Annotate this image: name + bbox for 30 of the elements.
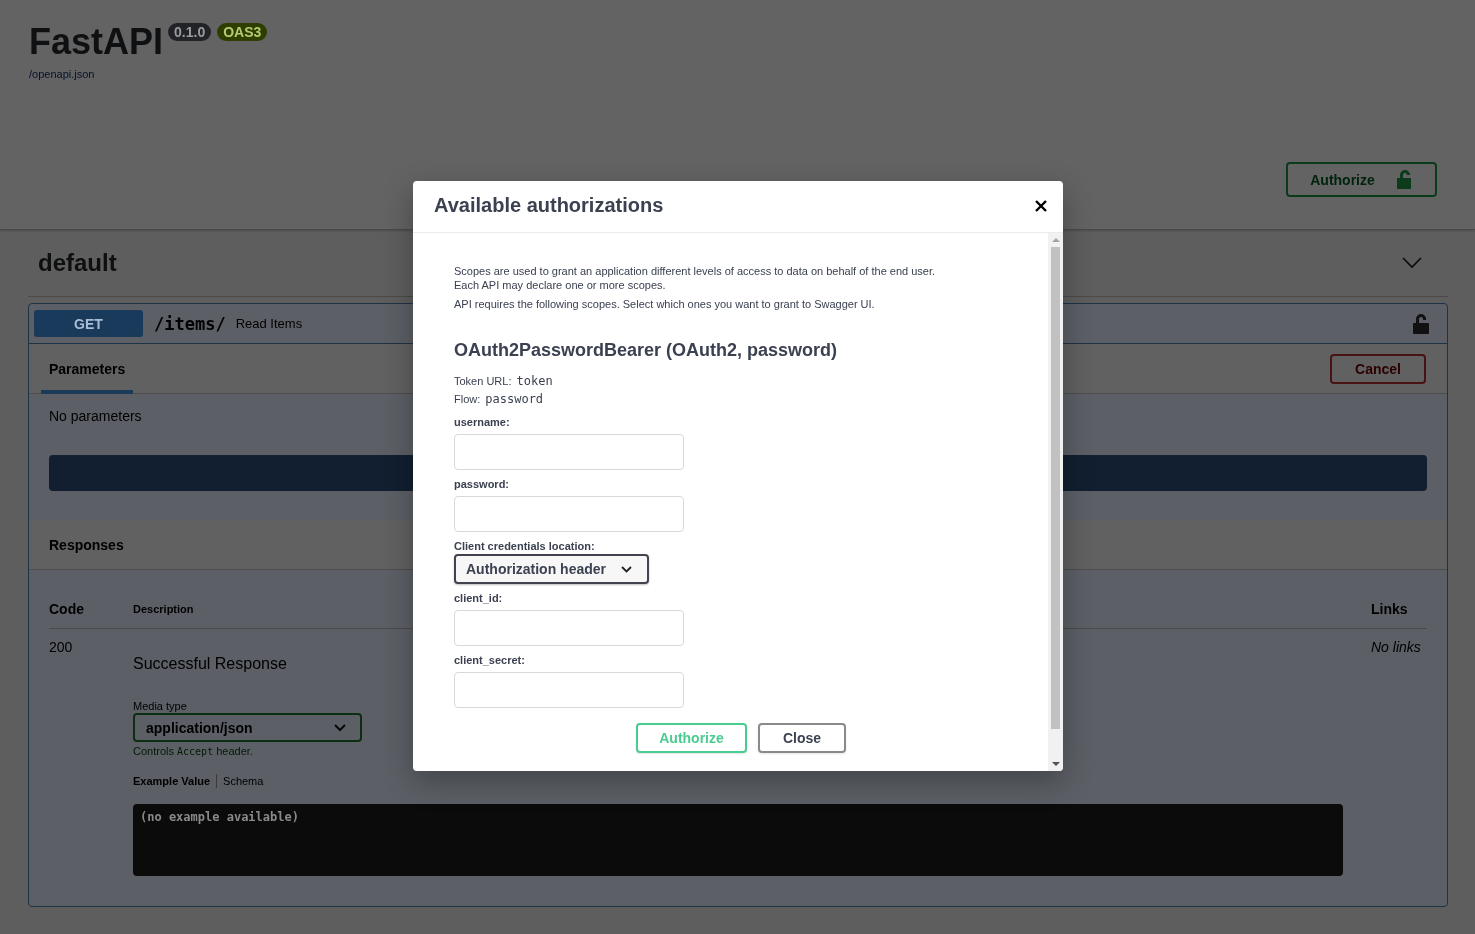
field-label: client_id: bbox=[454, 591, 503, 605]
no-parameters-text: No parameters bbox=[49, 408, 142, 424]
example-text: (no example available) bbox=[140, 810, 299, 824]
responses-heading: Responses bbox=[49, 536, 124, 553]
endpoint-summary: Read Items bbox=[235, 316, 303, 331]
field-label: username: bbox=[454, 415, 510, 429]
media-type-label: Media type bbox=[133, 700, 187, 712]
flow-label: Flow: bbox=[454, 393, 481, 405]
token-url-value: token bbox=[516, 374, 553, 388]
version-badge: 0.1.0 bbox=[168, 23, 212, 41]
field-label: password: bbox=[454, 477, 509, 491]
app-title: FastAPI bbox=[29, 20, 164, 64]
response-description: Successful Response bbox=[133, 655, 287, 673]
scopes-note: API requires the following scopes. Select which ones you want to grant to Swagger UI. bbox=[454, 297, 875, 311]
column-header: Links bbox=[1370, 600, 1409, 617]
scheme-title: OAuth2PasswordBearer (OAuth2, password) bbox=[454, 340, 838, 361]
column-header: Code bbox=[49, 600, 85, 617]
field-label: client_secret: bbox=[454, 653, 525, 667]
method-badge: GET bbox=[34, 310, 143, 337]
field-label: Client credentials location: bbox=[454, 539, 595, 553]
flow-value: password bbox=[485, 392, 544, 406]
intro-text: Scopes are used to grant an application different levels of access to data on behalf of the end user. bbox=[454, 264, 936, 278]
column-header: Description bbox=[133, 602, 195, 615]
spec-badge: OAS3 bbox=[217, 23, 268, 41]
intro-text: Each API may declare one or more scopes. bbox=[454, 278, 666, 292]
links-text: No links bbox=[1371, 639, 1421, 655]
media-type-hint: Controls Accept header. bbox=[133, 745, 253, 757]
dialog-title: Available authorizations bbox=[434, 194, 664, 217]
response-code: 200 bbox=[49, 639, 73, 655]
token-url-label: Token URL: bbox=[454, 375, 512, 387]
